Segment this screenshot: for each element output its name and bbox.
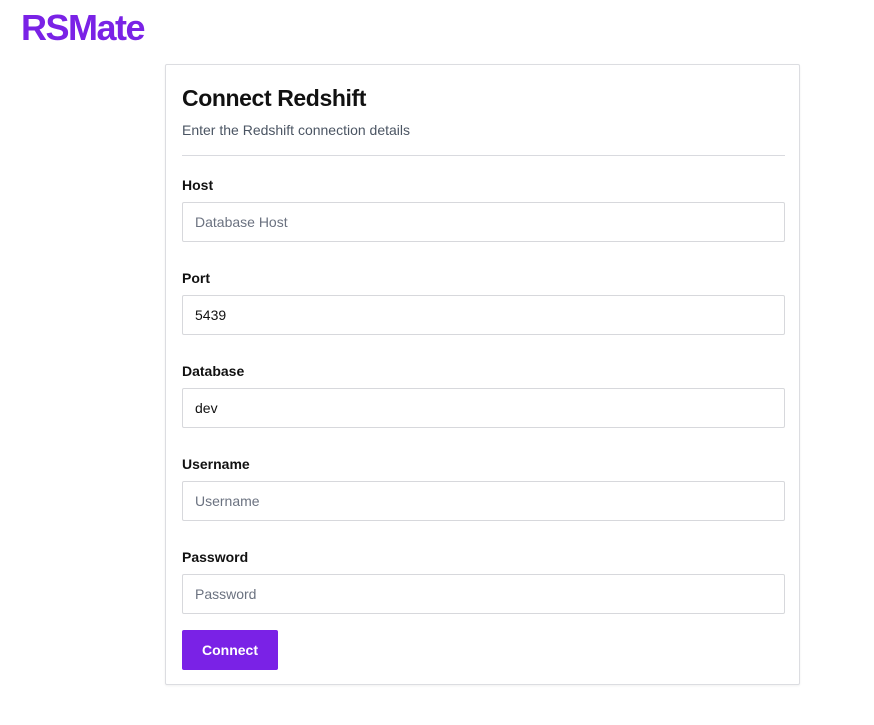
form-title: Connect Redshift bbox=[182, 85, 366, 111]
port-input[interactable] bbox=[182, 295, 785, 335]
connection-form-card: Connect Redshift Enter the Redshift conn… bbox=[165, 64, 800, 685]
host-label: Host bbox=[182, 177, 214, 193]
connect-button[interactable]: Connect bbox=[182, 630, 278, 670]
username-label: Username bbox=[182, 456, 250, 472]
form-divider bbox=[182, 155, 785, 156]
port-label: Port bbox=[182, 270, 210, 286]
app-logo: RSMate bbox=[21, 7, 146, 48]
form-subtitle: Enter the Redshift connection details bbox=[182, 122, 411, 138]
host-input[interactable] bbox=[182, 202, 785, 242]
username-input[interactable] bbox=[182, 481, 785, 521]
database-label: Database bbox=[182, 363, 245, 379]
password-input[interactable] bbox=[182, 574, 785, 614]
database-input[interactable] bbox=[182, 388, 785, 428]
password-label: Password bbox=[182, 549, 249, 565]
